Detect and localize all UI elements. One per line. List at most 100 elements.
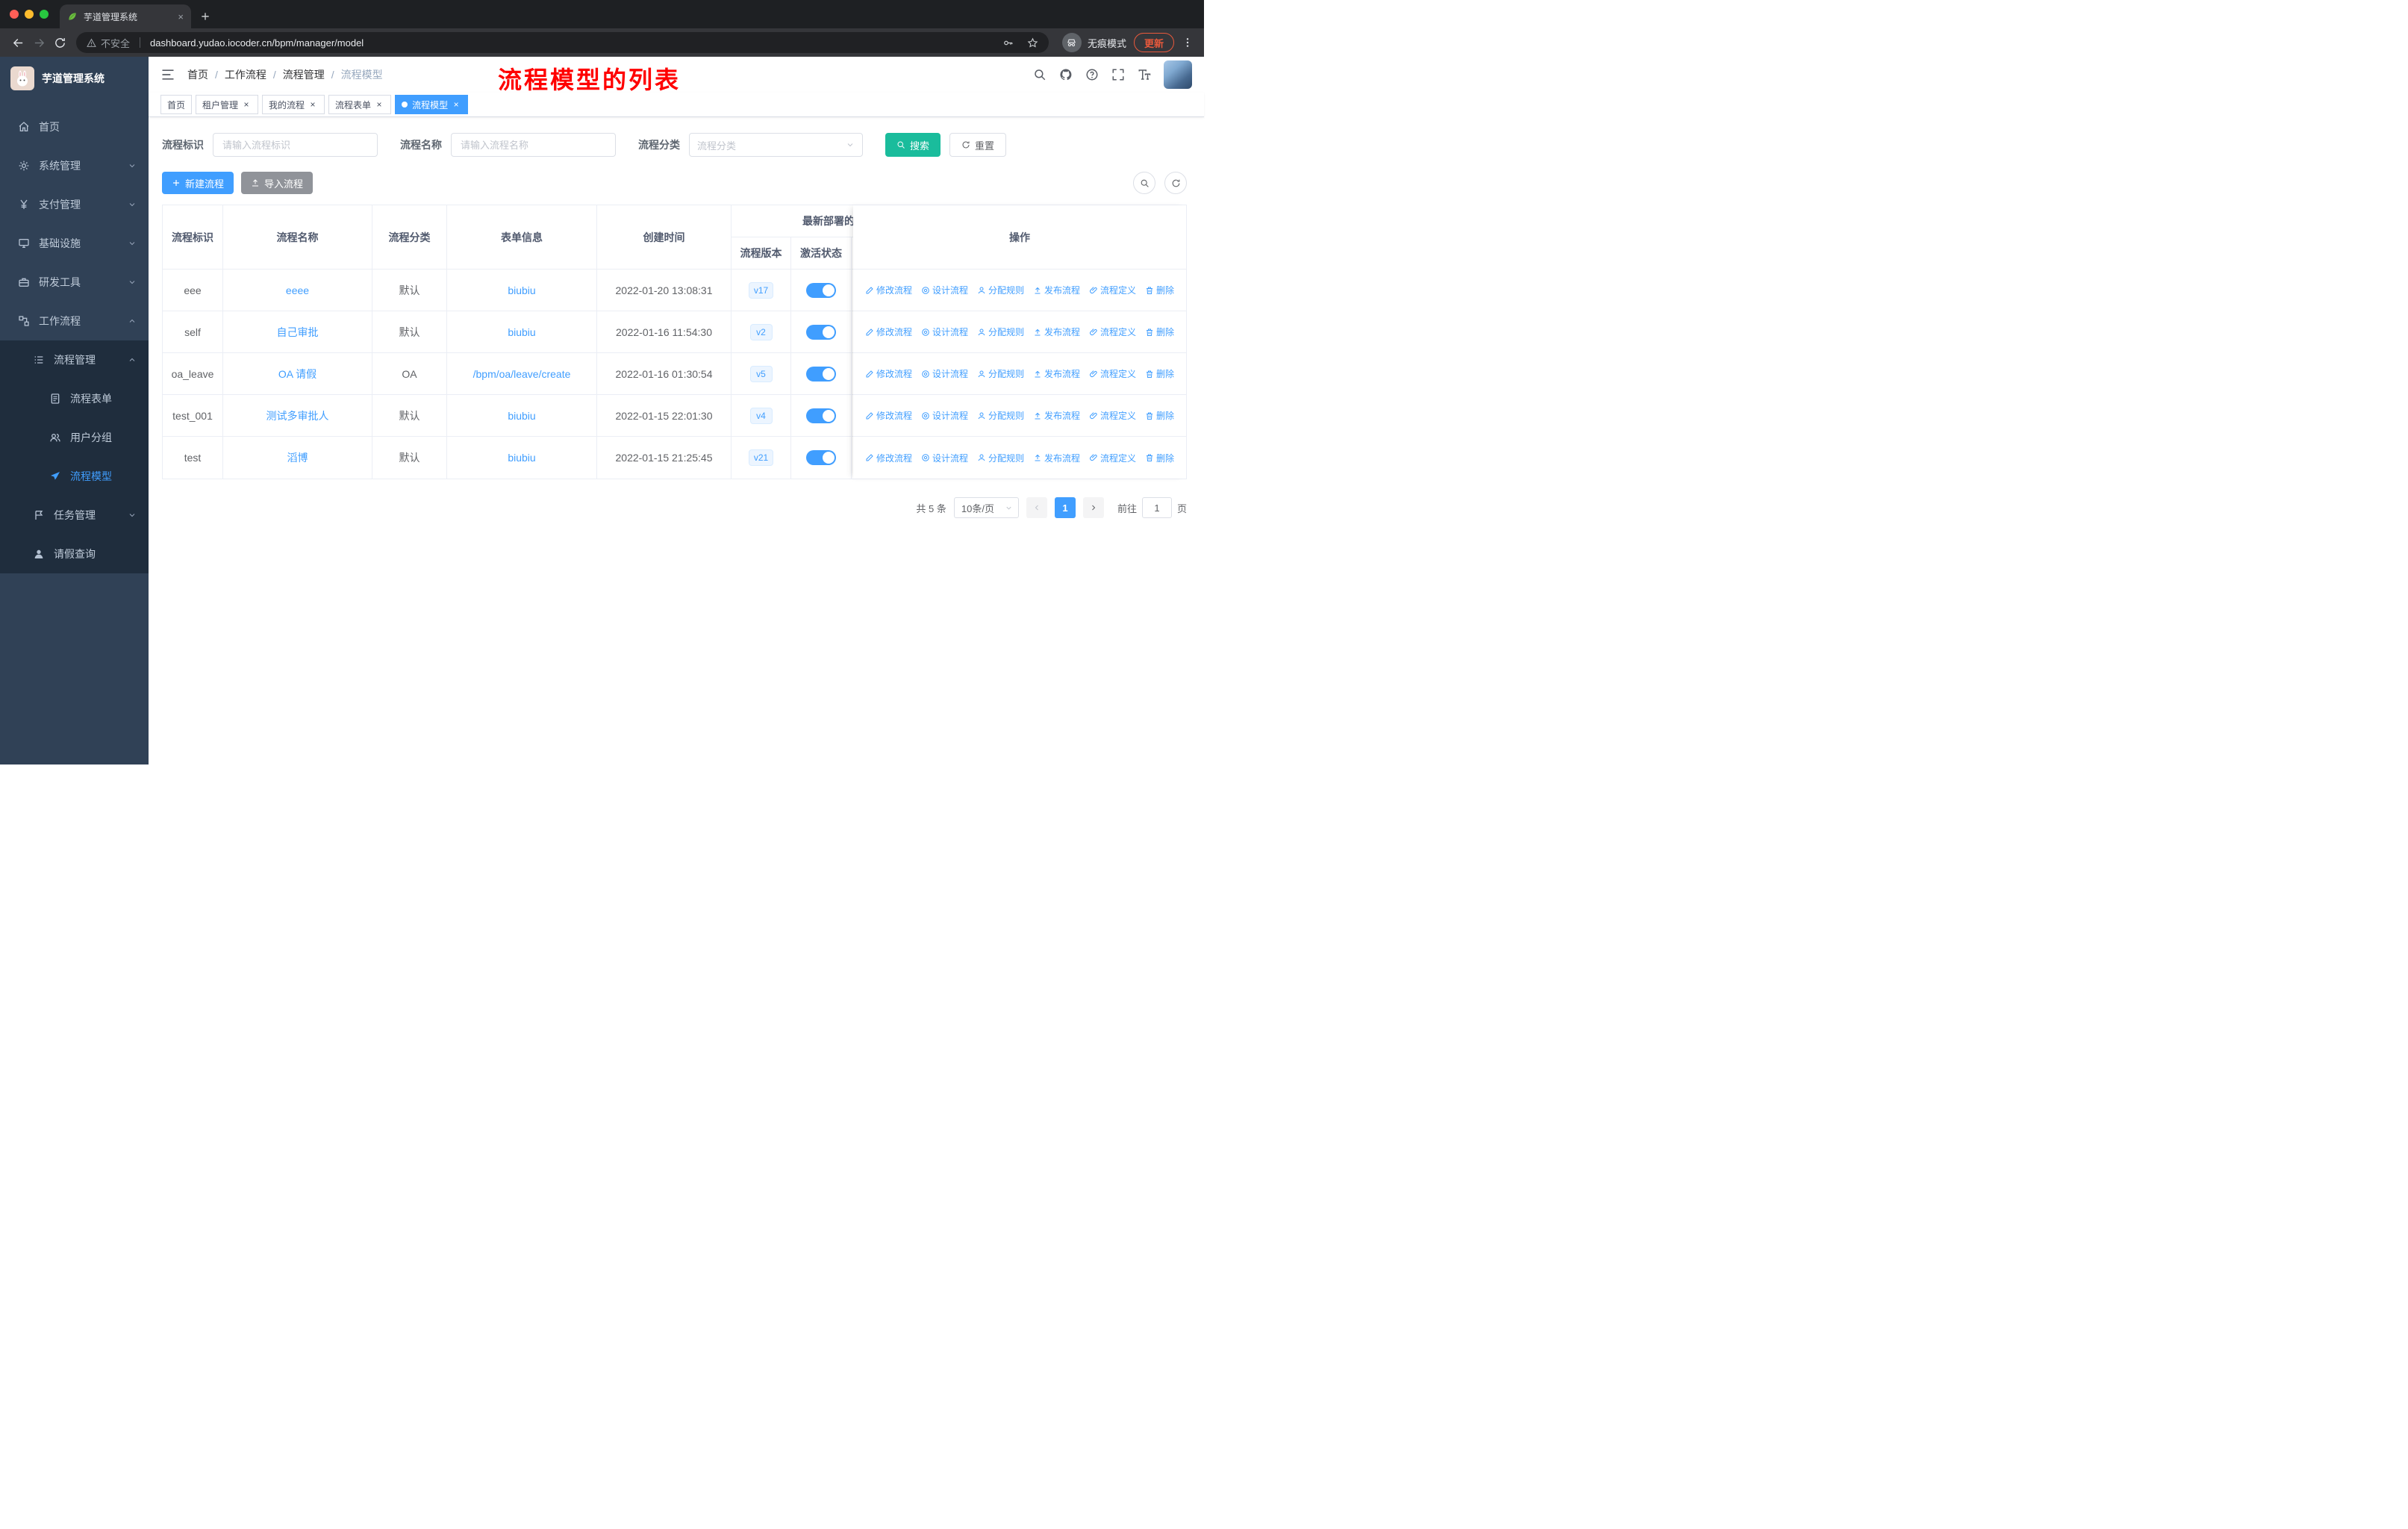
row-action-edit[interactable]: 修改流程 <box>865 367 912 380</box>
row-action-publish[interactable]: 发布流程 <box>1033 452 1080 464</box>
tag-home[interactable]: 首页 <box>160 95 193 114</box>
process-name-link[interactable]: 测试多审批人 <box>266 408 329 423</box>
forward-button[interactable] <box>28 32 49 53</box>
process-name-link[interactable]: 滔博 <box>287 450 308 465</box>
page-number-1[interactable]: 1 <box>1054 497 1076 518</box>
fullscreen-icon[interactable] <box>1111 68 1125 81</box>
sidebar-item-process-management[interactable]: 流程管理 <box>0 340 149 379</box>
row-action-edit[interactable]: 修改流程 <box>865 284 912 296</box>
row-action-design[interactable]: 设计流程 <box>921 326 968 338</box>
form-link[interactable]: biubiu <box>508 326 535 338</box>
row-action-trash[interactable]: 删除 <box>1145 409 1174 422</box>
row-action-paperclip[interactable]: 流程定义 <box>1089 409 1136 422</box>
breadcrumb-process-management[interactable]: 流程管理 <box>283 67 325 82</box>
bookmark-star-icon[interactable] <box>1027 37 1038 49</box>
row-action-design[interactable]: 设计流程 <box>921 452 968 464</box>
sidebar-item-process-form[interactable]: 流程表单 <box>0 379 149 418</box>
sidebar-item-infrastructure[interactable]: 基础设施 <box>0 224 149 263</box>
process-name-link[interactable]: 自己审批 <box>277 325 319 340</box>
row-action-user[interactable]: 分配规则 <box>977 326 1024 338</box>
sidebar-item-user-group[interactable]: 用户分组 <box>0 418 149 457</box>
process-name-link[interactable]: OA 请假 <box>278 367 316 382</box>
sidebar-item-dev-tools[interactable]: 研发工具 <box>0 263 149 302</box>
page-size-select[interactable]: 10条/页 <box>953 497 1019 518</box>
search-button[interactable]: 搜索 <box>885 133 941 157</box>
github-icon[interactable] <box>1059 68 1073 81</box>
row-action-trash[interactable]: 删除 <box>1145 367 1174 380</box>
row-action-user[interactable]: 分配规则 <box>977 367 1024 380</box>
row-action-trash[interactable]: 删除 <box>1145 452 1174 464</box>
active-toggle[interactable] <box>806 366 836 382</box>
sidebar-item-workflow[interactable]: 工作流程 <box>0 302 149 340</box>
reload-button[interactable] <box>49 32 70 53</box>
row-action-publish[interactable]: 发布流程 <box>1033 367 1080 380</box>
search-icon[interactable] <box>1033 68 1047 81</box>
row-action-publish[interactable]: 发布流程 <box>1033 409 1080 422</box>
tag-my-process[interactable]: 我的流程 × <box>262 95 325 114</box>
active-toggle[interactable] <box>806 282 836 298</box>
row-action-publish[interactable]: 发布流程 <box>1033 326 1080 338</box>
process-name-input[interactable] <box>451 133 616 157</box>
breadcrumb-home[interactable]: 首页 <box>187 67 208 82</box>
help-question-icon[interactable] <box>1085 68 1099 81</box>
row-action-user[interactable]: 分配规则 <box>977 284 1024 296</box>
sidebar-item-payment-management[interactable]: 支付管理 <box>0 185 149 224</box>
key-icon[interactable] <box>1002 37 1014 49</box>
back-button[interactable] <box>7 32 28 53</box>
row-action-edit[interactable]: 修改流程 <box>865 452 912 464</box>
row-action-publish[interactable]: 发布流程 <box>1033 284 1080 296</box>
active-toggle[interactable] <box>806 324 836 340</box>
browser-menu-icon[interactable] <box>1179 32 1197 53</box>
form-link[interactable]: biubiu <box>508 410 535 422</box>
browser-tab[interactable]: 芋道管理系统 × <box>60 4 191 28</box>
prev-page-button[interactable] <box>1026 497 1047 518</box>
address-bar[interactable]: 不安全 dashboard.yudao.iocoder.cn/bpm/manag… <box>76 32 1049 53</box>
process-key-input[interactable] <box>213 133 378 157</box>
process-name-link[interactable]: eeee <box>286 284 309 296</box>
close-icon[interactable]: × <box>308 99 318 110</box>
row-action-paperclip[interactable]: 流程定义 <box>1089 326 1136 338</box>
sidebar-item-process-model[interactable]: 流程模型 <box>0 457 149 496</box>
reset-button[interactable]: 重置 <box>949 133 1007 157</box>
form-link[interactable]: biubiu <box>508 452 535 464</box>
app-logo[interactable]: 芋道管理系统 <box>0 57 149 100</box>
row-action-paperclip[interactable]: 流程定义 <box>1089 284 1136 296</box>
row-action-design[interactable]: 设计流程 <box>921 284 968 296</box>
next-page-button[interactable] <box>1082 497 1104 518</box>
sidebar-item-system-management[interactable]: 系统管理 <box>0 146 149 185</box>
import-process-button[interactable]: 导入流程 <box>241 172 314 194</box>
row-action-user[interactable]: 分配规则 <box>977 409 1024 422</box>
sidebar-item-home[interactable]: 首页 <box>0 108 149 146</box>
row-action-trash[interactable]: 删除 <box>1145 326 1174 338</box>
sidebar-collapse-icon[interactable] <box>160 67 175 82</box>
tag-process-model[interactable]: 流程模型 × <box>395 95 469 114</box>
close-window-button[interactable] <box>10 10 19 19</box>
minimize-window-button[interactable] <box>25 10 34 19</box>
active-toggle[interactable] <box>806 450 836 465</box>
row-action-trash[interactable]: 删除 <box>1145 284 1174 296</box>
maximize-window-button[interactable] <box>40 10 49 19</box>
active-toggle[interactable] <box>806 408 836 423</box>
row-action-user[interactable]: 分配规则 <box>977 452 1024 464</box>
sidebar-item-leave-query[interactable]: 请假查询 <box>0 535 149 573</box>
refresh-table-button[interactable] <box>1164 172 1187 194</box>
category-select[interactable]: 流程分类 <box>689 133 863 157</box>
row-action-edit[interactable]: 修改流程 <box>865 326 912 338</box>
create-process-button[interactable]: 新建流程 <box>162 172 234 194</box>
form-link[interactable]: /bpm/oa/leave/create <box>473 368 571 380</box>
breadcrumb-workflow[interactable]: 工作流程 <box>225 67 266 82</box>
row-action-paperclip[interactable]: 流程定义 <box>1089 367 1136 380</box>
user-avatar[interactable] <box>1164 60 1192 89</box>
row-action-design[interactable]: 设计流程 <box>921 367 968 380</box>
tag-tenant-management[interactable]: 租户管理 × <box>196 95 259 114</box>
new-tab-button[interactable] <box>196 7 215 26</box>
browser-update-button[interactable]: 更新 <box>1133 33 1174 52</box>
row-action-design[interactable]: 设计流程 <box>921 409 968 422</box>
close-icon[interactable]: × <box>451 99 461 110</box>
close-tab-icon[interactable]: × <box>178 11 184 22</box>
font-size-icon[interactable] <box>1138 68 1151 81</box>
toggle-search-button[interactable] <box>1133 172 1155 194</box>
row-action-edit[interactable]: 修改流程 <box>865 409 912 422</box>
sidebar-item-task-management[interactable]: 任务管理 <box>0 496 149 535</box>
close-icon[interactable]: × <box>241 99 252 110</box>
